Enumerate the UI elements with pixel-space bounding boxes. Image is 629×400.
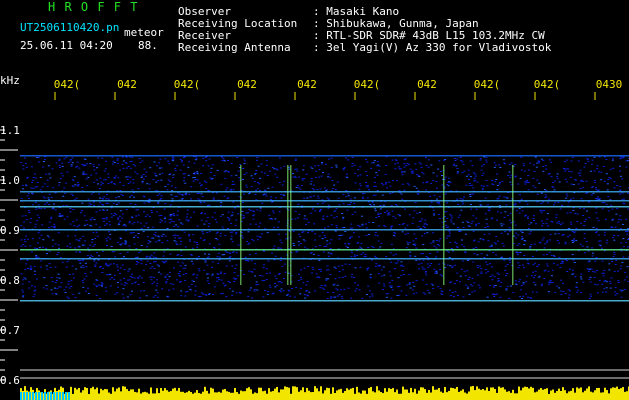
amplitude-strip	[20, 386, 629, 400]
spectrogram	[0, 92, 629, 400]
tick-marks	[0, 92, 596, 381]
signal-band	[20, 156, 629, 299]
